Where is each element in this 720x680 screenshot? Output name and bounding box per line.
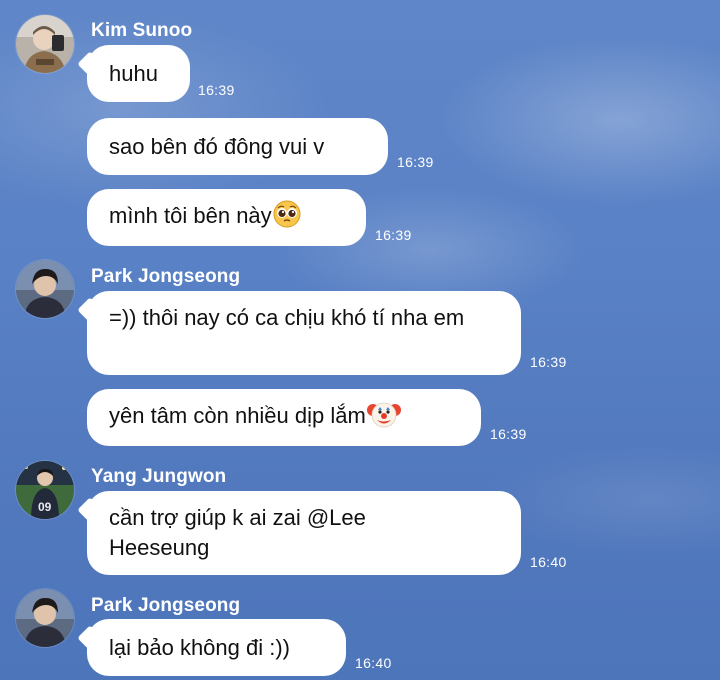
message-text: yên tâm còn nhiều dịp lắm: [109, 399, 401, 437]
sender-name: Park Jongseong: [91, 266, 241, 287]
avatar-image: [16, 260, 74, 318]
avatar-park-jongseong[interactable]: [16, 589, 74, 647]
avatar-image: [16, 15, 74, 73]
sender-name: Yang Jungwon: [91, 466, 227, 487]
message-time: 16:39: [375, 227, 412, 243]
message-bubble[interactable]: =)) thôi nay có ca chịu khó tí nha em: [87, 291, 521, 375]
message-time: 16:40: [530, 554, 567, 570]
message-text: huhu: [109, 60, 158, 86]
avatar-image: [16, 589, 74, 647]
message-text: mình tôi bên này: [109, 200, 301, 236]
avatar-yang-jungwon[interactable]: 09: [16, 461, 74, 519]
avatar-kim-sunoo[interactable]: [16, 15, 74, 73]
message-time: 16:39: [397, 154, 434, 170]
sender-name: Park Jongseong: [91, 595, 241, 616]
message-text: sao bên đó đông vui v: [109, 133, 325, 159]
message-time: 16:40: [355, 655, 392, 671]
avatar-image: 09: [16, 461, 74, 519]
message-bubble[interactable]: yên tâm còn nhiều dịp lắm: [87, 389, 481, 446]
message-bubble[interactable]: cần trợ giúp k ai zai @Lee Heeseung: [87, 491, 521, 575]
avatar-park-jongseong[interactable]: [16, 260, 74, 318]
message-time: 16:39: [490, 426, 527, 442]
message-time: 16:39: [530, 354, 567, 370]
message-bubble[interactable]: huhu: [87, 45, 190, 102]
sender-name: Kim Sunoo: [91, 20, 193, 41]
message-text: lại bảo không đi :)): [109, 634, 290, 660]
message-text: =)) thôi nay có ca chịu khó tí nha em: [109, 305, 465, 330]
message-text: cần trợ giúp k ai zai @Lee Heeseung: [109, 505, 366, 560]
message-bubble[interactable]: sao bên đó đông vui v: [87, 118, 388, 175]
svg-text:09: 09: [38, 500, 52, 514]
message-bubble[interactable]: mình tôi bên này: [87, 189, 366, 246]
message-time: 16:39: [198, 82, 235, 98]
pleading-face-icon: [273, 200, 301, 236]
message-bubble[interactable]: lại bảo không đi :)): [87, 619, 346, 676]
clown-face-icon: [366, 399, 401, 437]
